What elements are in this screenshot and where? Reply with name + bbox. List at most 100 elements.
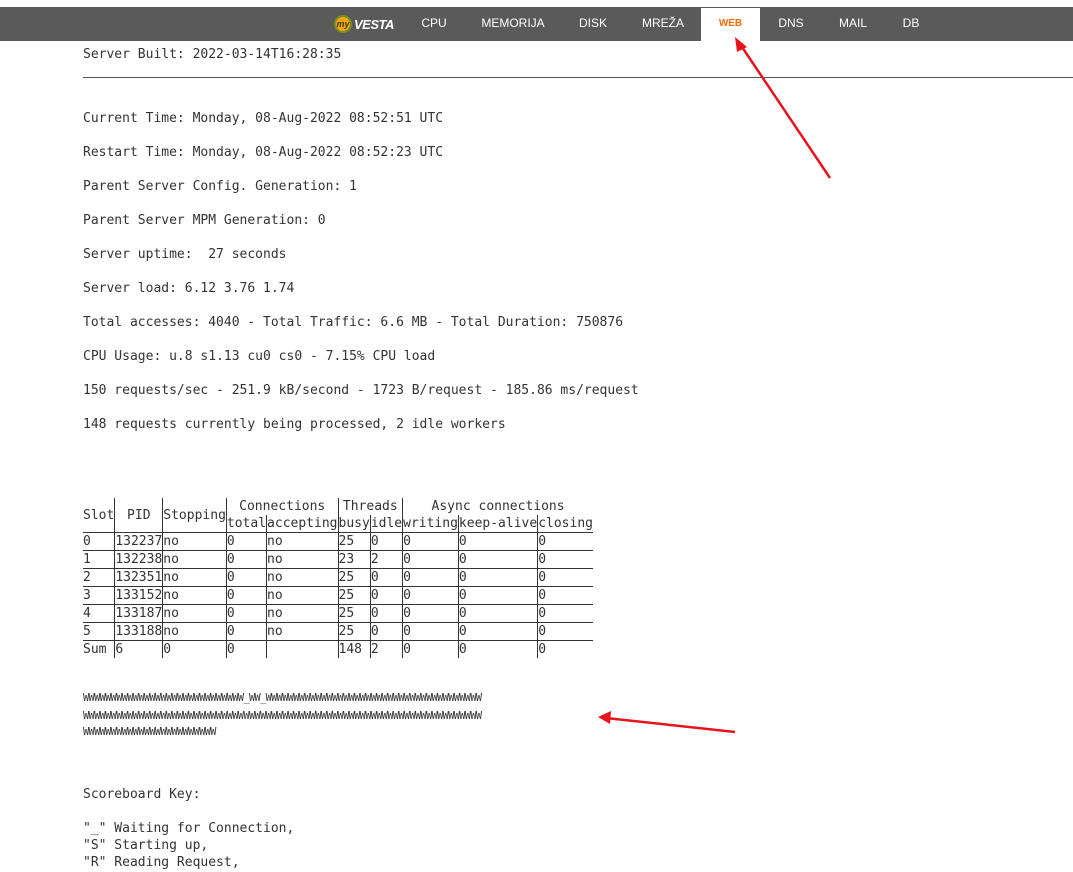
- table-row: 4 133187 no 0 no 25 0 0 0 0: [83, 604, 593, 623]
- table-cell: 0: [537, 568, 593, 587]
- table-cell: 0: [458, 622, 539, 641]
- table-cell: Sum: [83, 640, 116, 658]
- worker-table: Slot PID Stopping Connections Threads As…: [83, 498, 593, 658]
- scoreboard-key-title: Scoreboard Key:: [83, 787, 201, 802]
- col-connections: Connections: [226, 498, 339, 515]
- restart-time: Restart Time: Monday, 08-Aug-2022 08:52:…: [83, 145, 444, 160]
- col-threads: Threads: [338, 498, 404, 515]
- table-row: 1 132238 no 0 no 23 2 0 0 0: [83, 550, 593, 569]
- table-cell: no: [266, 586, 339, 605]
- server-load: Server load: 6.12 3.76 1.74: [83, 281, 295, 296]
- table-cell: 0: [402, 640, 459, 658]
- col-busy: busy: [338, 515, 371, 533]
- table-cell: 2: [370, 640, 404, 658]
- table-cell: 0: [537, 532, 593, 551]
- table-cell: 0: [162, 640, 227, 658]
- table-row: 3 133152 no 0 no 25 0 0 0 0: [83, 586, 593, 605]
- table-cell: no: [162, 604, 227, 623]
- table-cell: [266, 640, 339, 658]
- table-cell: 0: [458, 532, 539, 551]
- table-cell: 0: [370, 604, 404, 623]
- table-cell: 0: [458, 550, 539, 569]
- table-cell: 148: [338, 640, 371, 658]
- table-cell: 4: [83, 604, 116, 623]
- divider: [83, 77, 1073, 78]
- table-cell: 2: [370, 550, 404, 569]
- col-slot: Slot: [83, 498, 116, 533]
- table-cell: 0: [458, 640, 539, 658]
- request-rate: 150 requests/sec - 251.9 kB/second - 172…: [83, 383, 639, 398]
- table-cell: 0: [402, 586, 459, 605]
- current-time: Current Time: Monday, 08-Aug-2022 08:52:…: [83, 111, 444, 126]
- table-cell: no: [162, 568, 227, 587]
- table-cell: 25: [338, 604, 371, 623]
- table-cell: 2: [83, 568, 116, 587]
- table-cell: no: [162, 532, 227, 551]
- table-cell: 0: [83, 532, 116, 551]
- table-cell: 0: [402, 532, 459, 551]
- table-cell: 0: [537, 640, 593, 658]
- table-cell: 5: [83, 622, 116, 641]
- table-cell: 132351: [114, 568, 164, 587]
- table-cell: 132237: [114, 532, 164, 551]
- table-cell: no: [266, 604, 339, 623]
- table-cell: no: [162, 550, 227, 569]
- table-cell: 0: [537, 550, 593, 569]
- col-closing: closing: [538, 516, 593, 531]
- scoreboard-key-item: "S" Starting up,: [83, 838, 209, 853]
- table-cell: 25: [338, 568, 371, 587]
- table-cell: 0: [537, 604, 593, 623]
- workers-summary: 148 requests currently being processed, …: [83, 417, 506, 432]
- table-cell: 25: [338, 586, 371, 605]
- server-built: Server Built: 2022-03-14T16:28:35: [83, 47, 342, 62]
- table-cell: no: [162, 622, 227, 641]
- col-total: total: [226, 515, 268, 533]
- col-accepting: accepting: [266, 515, 339, 533]
- table-cell: 0: [226, 586, 268, 605]
- table-cell: 1: [83, 550, 116, 569]
- arrow-to-scoreboard: [598, 711, 736, 734]
- table-cell: 0: [370, 568, 404, 587]
- table-cell: 0: [370, 532, 404, 551]
- table-cell: no: [266, 550, 339, 569]
- table-cell: 133152: [114, 586, 164, 605]
- table-cell: no: [266, 622, 339, 641]
- config-generation: Parent Server Config. Generation: 1: [83, 179, 357, 194]
- table-cell: 25: [338, 622, 371, 641]
- col-async: Async connections: [431, 499, 565, 514]
- scoreboard-line: WWWWWWWWWWWWWWWWWWWWWWWWWWWWWWWWWWWWWWWW…: [83, 711, 482, 722]
- table-row: 2 132351 no 0 no 25 0 0 0 0: [83, 568, 593, 587]
- table-cell: 0: [226, 532, 268, 551]
- table-row: 5 133188 no 0 no 25 0 0 0 0: [83, 622, 593, 641]
- table-cell: 0: [226, 604, 268, 623]
- scoreboard-key-item: "R" Reading Request,: [83, 855, 240, 870]
- col-pid: PID: [114, 498, 164, 533]
- table-cell: 133187: [114, 604, 164, 623]
- table-cell: 25: [338, 532, 371, 551]
- table-cell: no: [266, 568, 339, 587]
- table-row: 0 132237 no 0 no 25 0 0 0 0: [83, 532, 593, 551]
- cpu-usage: CPU Usage: u.8 s1.13 cu0 cs0 - 7.15% CPU…: [83, 349, 436, 364]
- total-accesses: Total accesses: 4040 - Total Traffic: 6.…: [83, 315, 624, 330]
- table-cell: 0: [458, 604, 539, 623]
- server-uptime: Server uptime: 27 seconds: [83, 247, 287, 262]
- table-cell: 0: [458, 586, 539, 605]
- scoreboard-key-item: "_" Waiting for Connection,: [83, 821, 295, 836]
- table-cell: 3: [83, 586, 116, 605]
- scoreboard-line: WWWWWWWWWWWWWWWWWWWWWWWWWWWWW_WW_WWWWWWW…: [83, 693, 482, 704]
- col-writing: writing: [402, 515, 459, 533]
- table-cell: 0: [402, 568, 459, 587]
- mpm-generation: Parent Server MPM Generation: 0: [83, 213, 326, 228]
- table-cell: 23: [338, 550, 371, 569]
- table-cell: 6: [114, 640, 164, 658]
- table-cell: 0: [226, 568, 268, 587]
- table-cell: 0: [402, 604, 459, 623]
- table-cell: 0: [537, 622, 593, 641]
- status-content: Server Built: 2022-03-14T16:28:35 Curren…: [83, 0, 1073, 870]
- table-cell: 133188: [114, 622, 164, 641]
- table-cell: no: [266, 532, 339, 551]
- table-cell: 0: [226, 640, 268, 658]
- table-cell: 0: [370, 622, 404, 641]
- table-cell: 0: [458, 568, 539, 587]
- table-cell: 0: [226, 550, 268, 569]
